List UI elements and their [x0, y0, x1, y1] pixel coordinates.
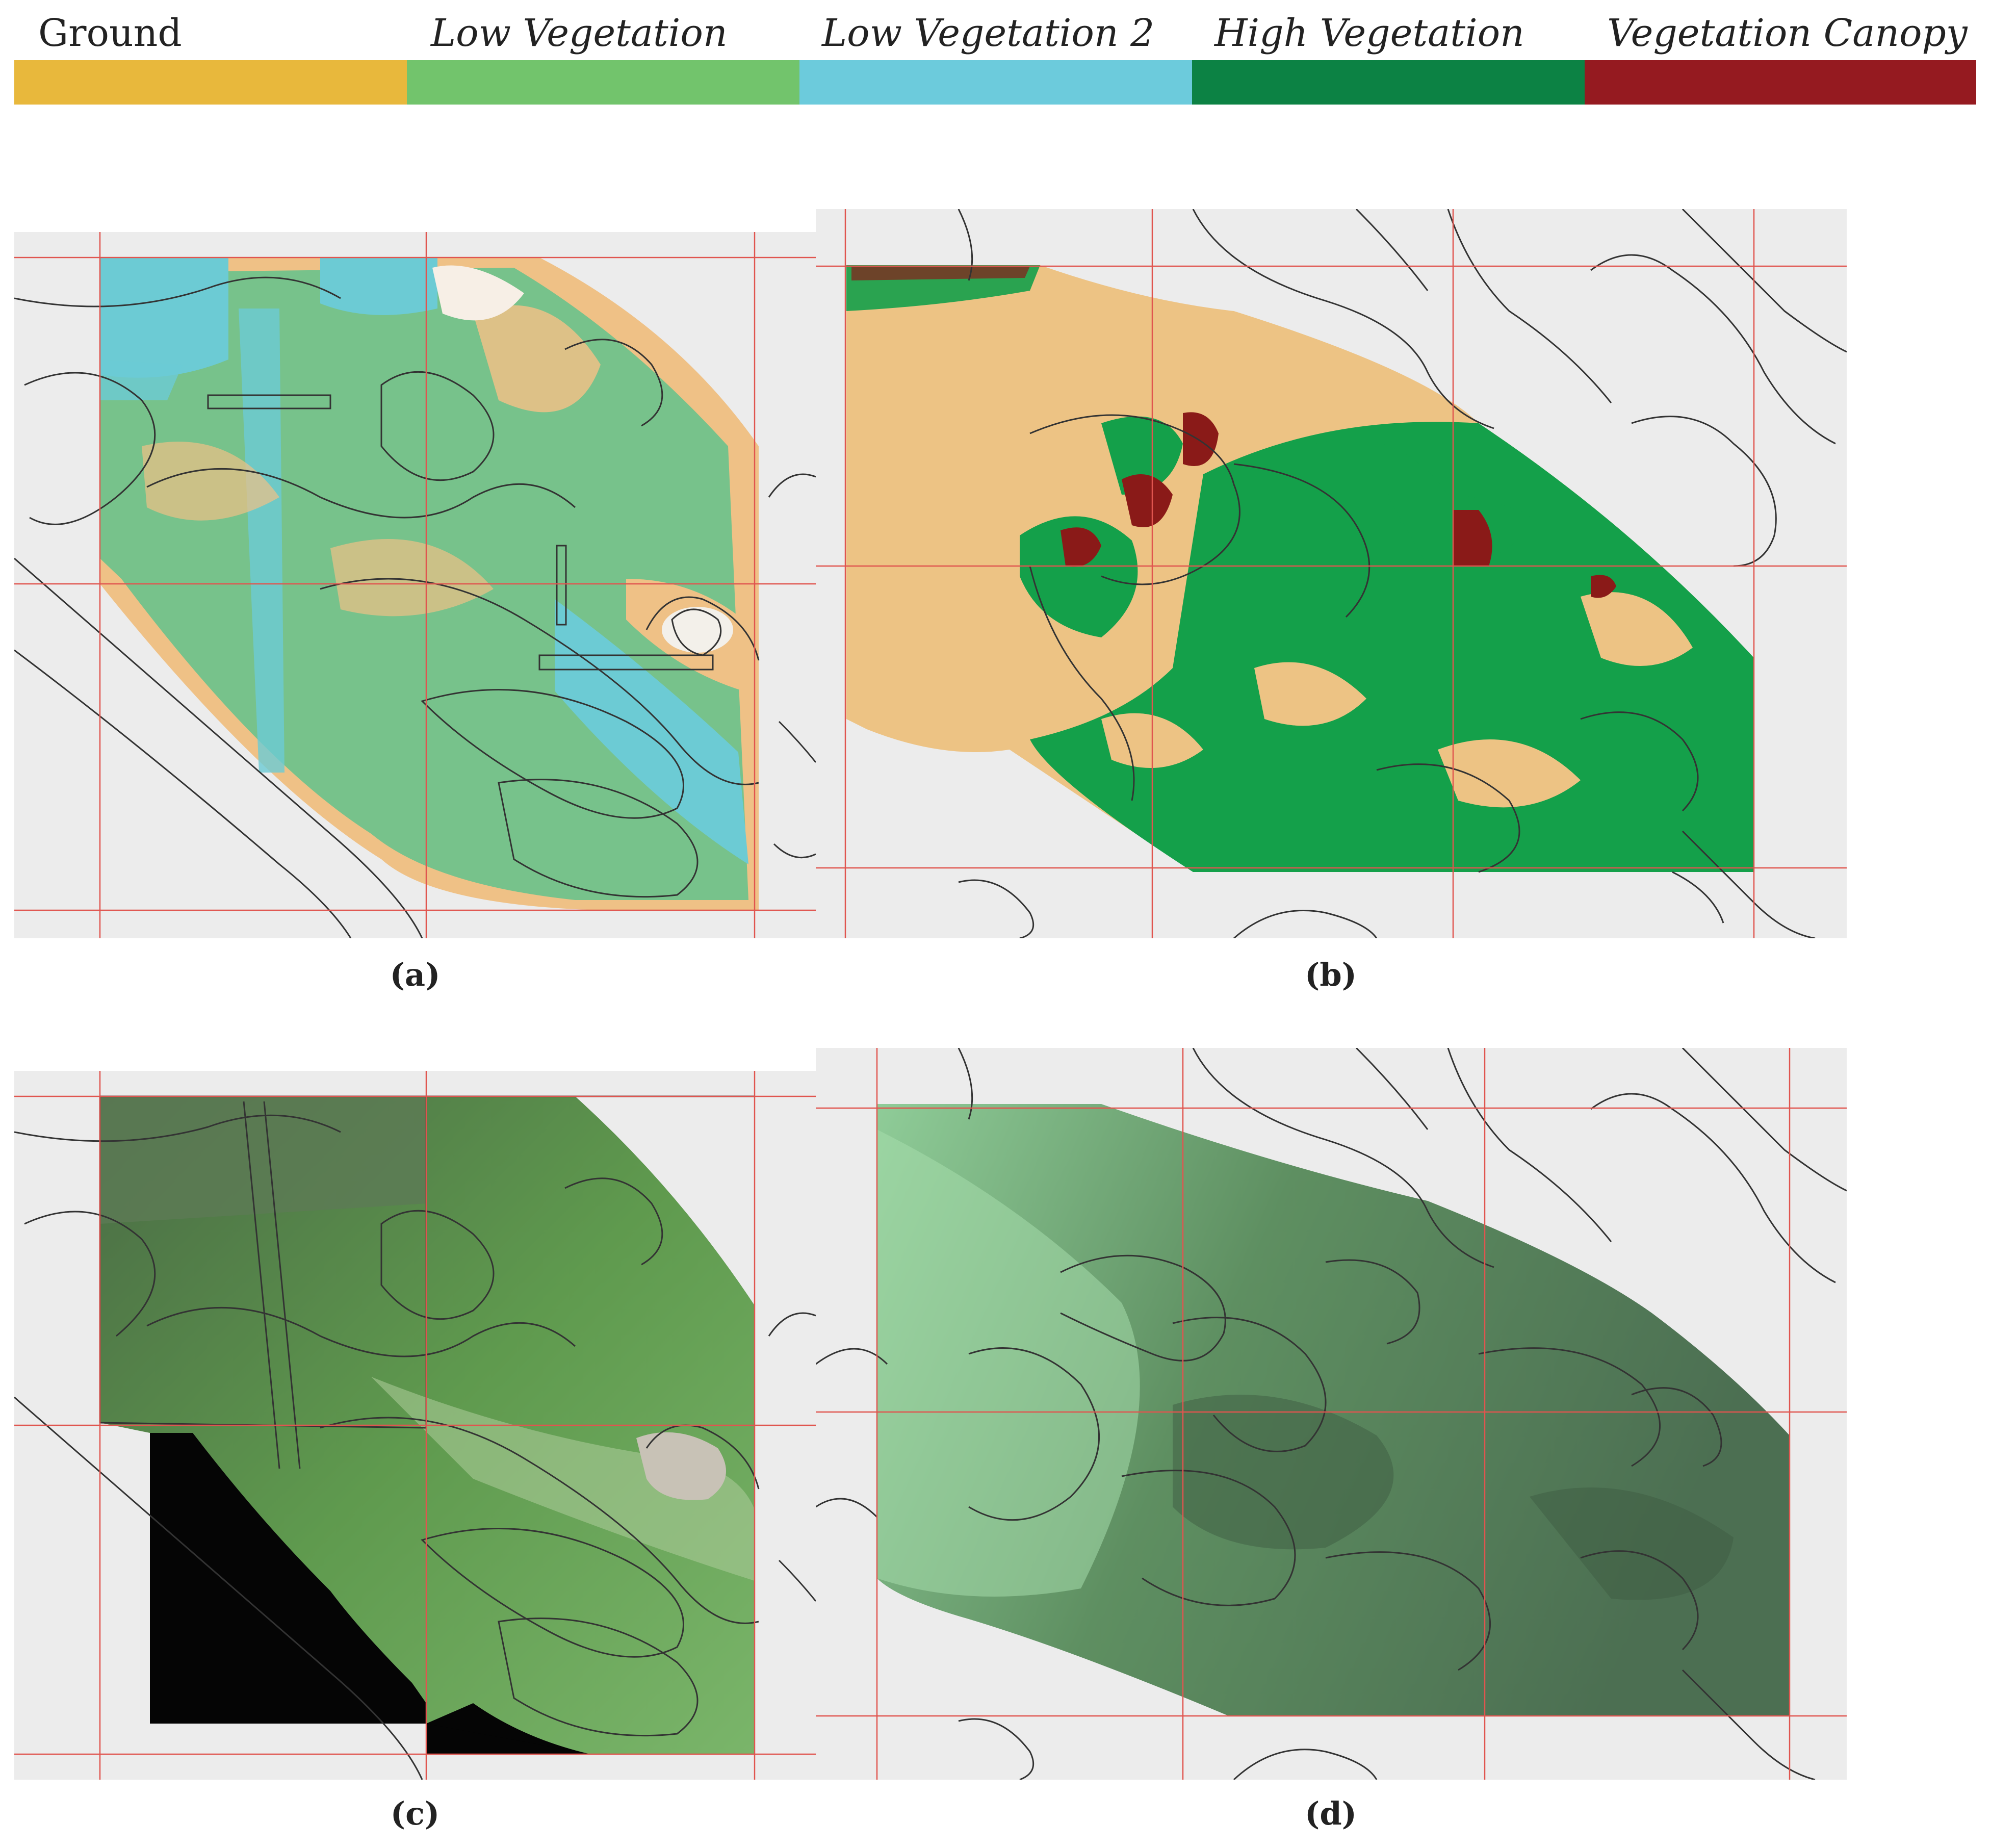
legend-label-low-vegetation-2: Low Vegetation 2	[822, 11, 1155, 55]
legend-swatch-low-vegetation	[407, 60, 799, 105]
legend-label-high-vegetation: High Vegetation	[1214, 11, 1524, 55]
legend-label-vegetation-canopy: Vegetation Canopy	[1607, 11, 1968, 55]
caption-c: (c)	[390, 1795, 440, 1832]
panel-d-aerial-imagery	[816, 1048, 1847, 1780]
panel-c-aerial-imagery	[14, 1071, 816, 1780]
panel-a-classification-map	[14, 232, 816, 938]
caption-b: (b)	[1304, 956, 1357, 993]
legend-label-low-vegetation: Low Vegetation	[431, 11, 728, 55]
legend-swatch-high-vegetation	[1192, 60, 1585, 105]
legend-swatch-vegetation-canopy	[1585, 60, 1976, 105]
panel-b-classification-map	[816, 209, 1847, 938]
legend-label-ground: Ground	[38, 11, 182, 55]
legend-swatch-ground	[14, 60, 407, 105]
caption-a: (a)	[390, 956, 441, 993]
caption-d: (d)	[1304, 1795, 1357, 1832]
legend-swatch-low-vegetation-2	[799, 60, 1192, 105]
low-vegetation-2-region	[100, 258, 228, 378]
